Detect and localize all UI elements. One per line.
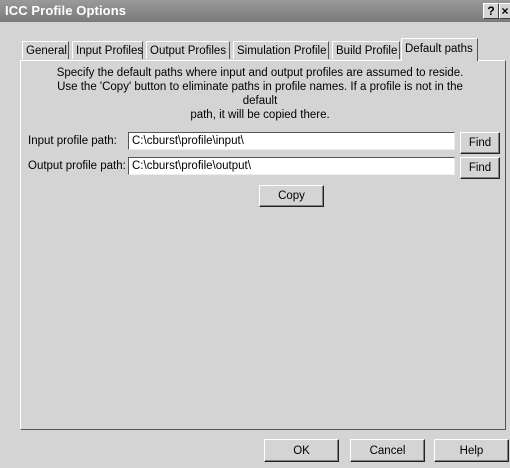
description-line: Use the 'Copy' button to eliminate paths… — [57, 81, 463, 107]
find-input-button[interactable]: Find — [460, 132, 500, 154]
tab-build-profile[interactable]: Build Profile — [332, 41, 400, 59]
description-line: path, it will be copied there. — [190, 109, 330, 121]
tab-output-profiles[interactable]: Output Profiles — [146, 41, 230, 59]
tab-simulation-profile[interactable]: Simulation Profile — [233, 41, 329, 59]
input-path-field[interactable] — [128, 132, 455, 150]
input-path-label: Input profile path: — [28, 135, 117, 147]
tab-default-paths[interactable]: Default paths — [401, 38, 478, 61]
tab-input-profiles[interactable]: Input Profiles — [72, 41, 143, 59]
close-icon[interactable]: × — [499, 3, 510, 19]
output-path-label: Output profile path: — [28, 160, 126, 172]
ok-button[interactable]: OK — [264, 439, 339, 462]
output-path-field[interactable] — [128, 157, 455, 175]
find-output-button[interactable]: Find — [460, 157, 500, 179]
window-title: ICC Profile Options — [5, 3, 127, 18]
help-icon[interactable]: ? — [483, 3, 499, 19]
help-button[interactable]: Help — [434, 439, 509, 462]
tab-general[interactable]: General — [22, 41, 69, 59]
copy-button[interactable]: Copy — [259, 185, 324, 207]
description-text: Specify the default paths where input an… — [40, 66, 480, 122]
title-bar[interactable]: ICC Profile Options ? × — [0, 0, 510, 22]
dialog-window: ICC Profile Options ? × General Input Pr… — [0, 0, 510, 468]
description-line: Specify the default paths where input an… — [56, 67, 464, 79]
cancel-button[interactable]: Cancel — [350, 439, 425, 462]
